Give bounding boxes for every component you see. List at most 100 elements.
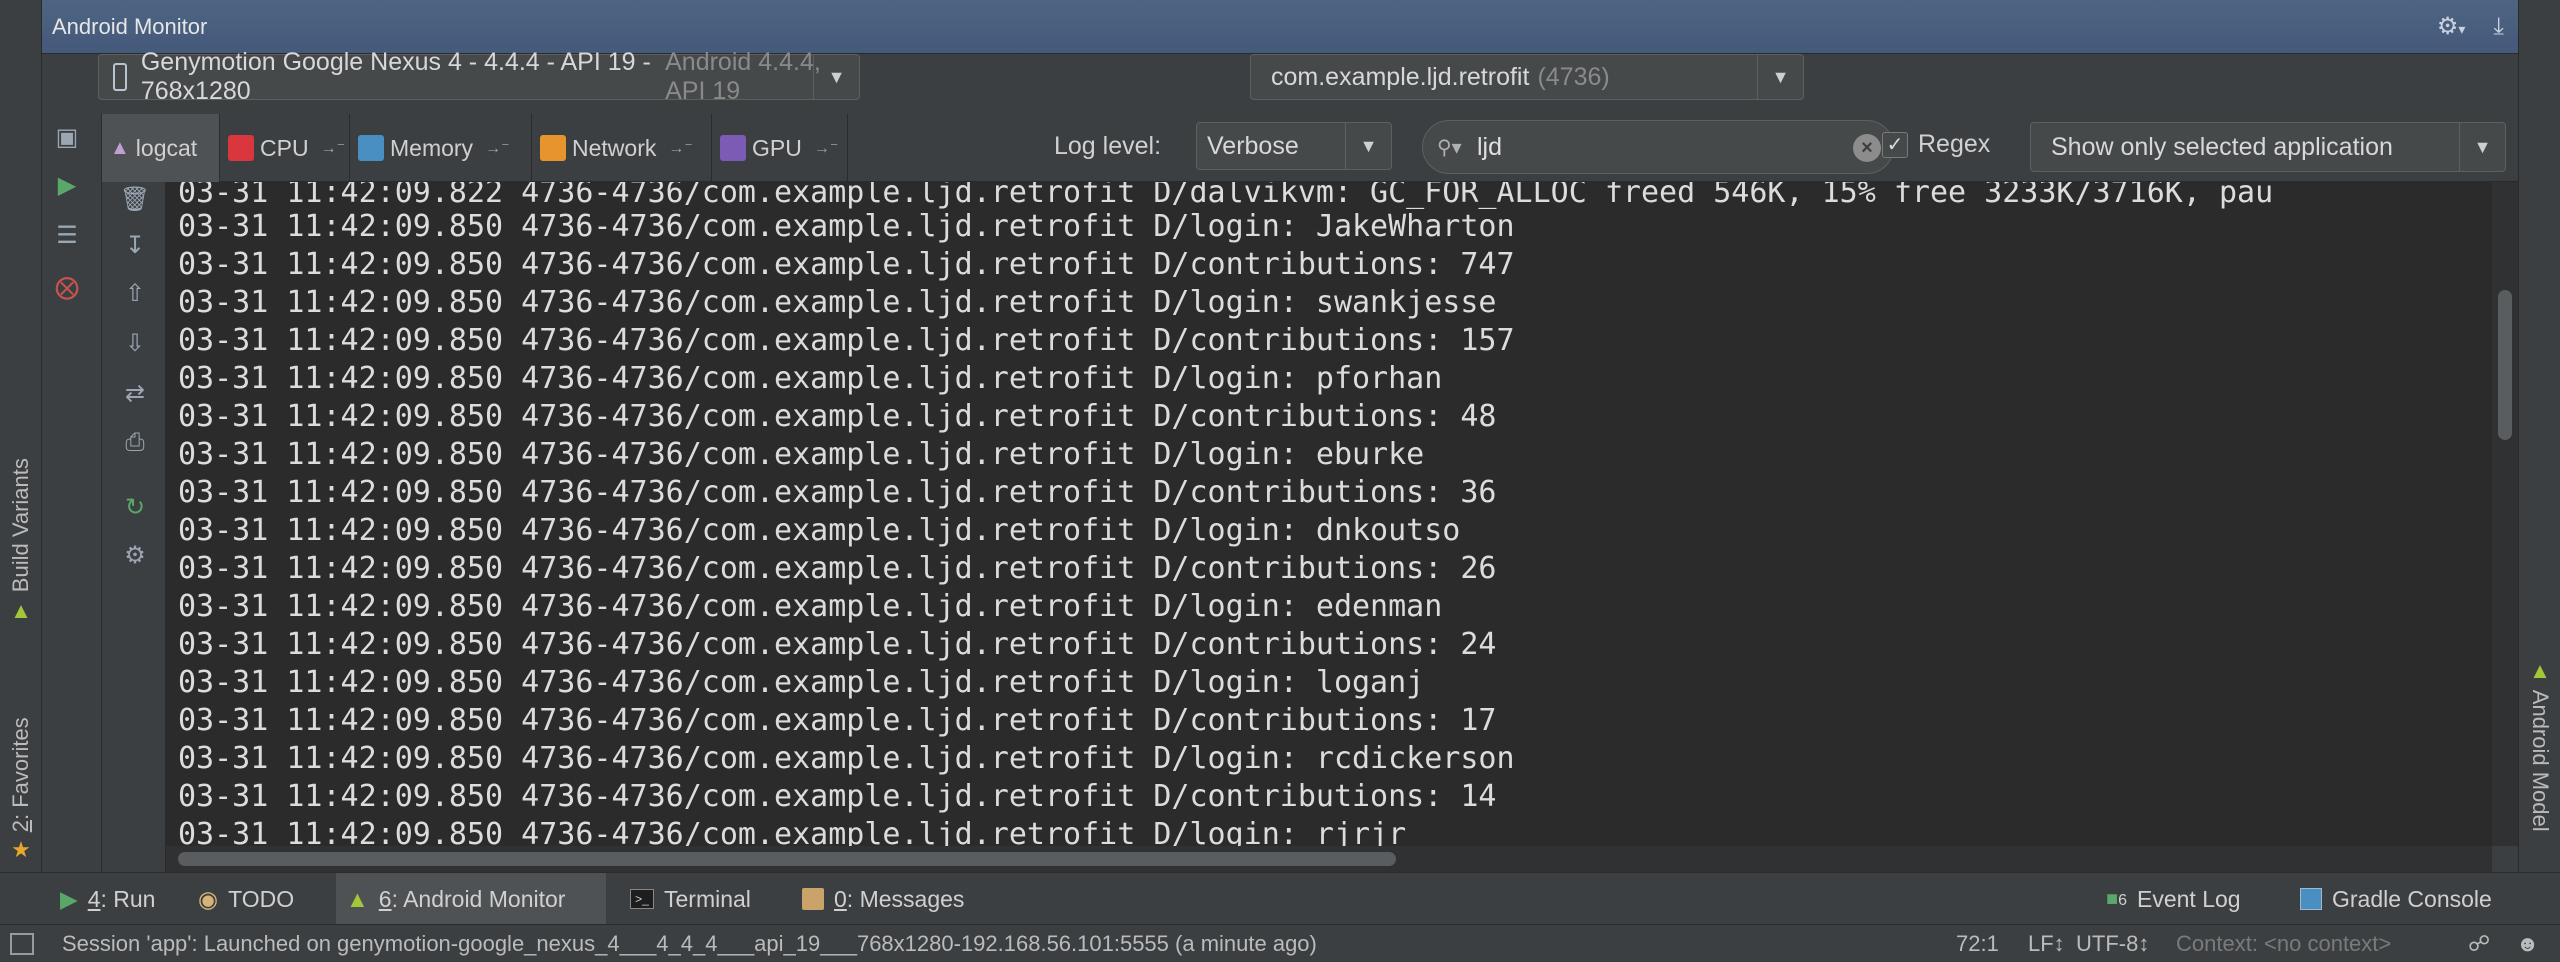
regex-toggle[interactable]: ✓ Regex	[1882, 130, 1990, 159]
restore-icon[interactable]: →⁻	[321, 138, 345, 158]
log-line: 03-31 11:42:09.850 4736-4736/com.example…	[178, 513, 1461, 548]
line-separator[interactable]: LF↕	[2028, 931, 2065, 957]
scrollbar-thumb[interactable]	[178, 852, 1396, 866]
log-line: 03-31 11:42:09.850 4736-4736/com.example…	[178, 589, 1443, 624]
trash-icon[interactable]: 🗑	[118, 182, 152, 216]
panel-title: Android Monitor	[52, 13, 208, 39]
logcat-output[interactable]: 03-31 11:42:09.822 4736-4736/com.example…	[166, 182, 2492, 846]
soft-wrap-icon[interactable]: ⇄	[118, 376, 152, 410]
settings-icon[interactable]: ⚙	[118, 538, 152, 572]
gradle-icon	[2300, 888, 2322, 910]
terminal-tab[interactable]: >_ Terminal	[620, 873, 761, 925]
device-selector[interactable]: Genymotion Google Nexus 4 - 4.4.4 - API …	[98, 48, 860, 105]
chevron-down-icon[interactable]: ▼	[1757, 55, 1803, 99]
terminate-app-icon[interactable]: ⨂	[50, 270, 84, 304]
log-line: 03-31 11:42:09.850 4736-4736/com.example…	[178, 627, 1497, 662]
android-icon: ▲	[2529, 657, 2551, 683]
favorites-label: : Favorites	[8, 717, 33, 821]
tab-memory[interactable]: Memory →⁻	[350, 114, 532, 182]
phone-icon	[113, 63, 127, 91]
restore-icon[interactable]: →⁻	[668, 138, 692, 158]
system-info-icon[interactable]: ☰	[50, 218, 84, 252]
messages-tab[interactable]: 0: Messages	[792, 873, 974, 925]
log-line: 03-31 11:42:09.850 4736-4736/com.example…	[178, 703, 1497, 738]
todo-label: TODO	[228, 885, 295, 912]
build-variants-tab[interactable]: ▲ Build Variants	[8, 458, 34, 624]
inspector-icon[interactable]: ☻	[2516, 931, 2539, 957]
scroll-to-end-icon[interactable]: ↧	[118, 228, 152, 262]
android-studio-window: ▲ Build Variants ★ 2: Favorites ▲ Androi…	[0, 0, 2560, 962]
log-line: 03-31 11:42:09.850 4736-4736/com.example…	[178, 475, 1497, 510]
scrollbar-thumb[interactable]	[2498, 290, 2512, 440]
arrow-up-icon[interactable]: ⇧	[118, 276, 152, 310]
regex-checkbox[interactable]: ✓	[1882, 131, 1908, 158]
clear-search-icon[interactable]: ×	[1853, 134, 1881, 162]
tab-gpu[interactable]: GPU →⁻	[712, 114, 848, 182]
log-line: 03-31 11:42:09.850 4736-4736/com.example…	[178, 437, 1425, 472]
arrow-down-icon[interactable]: ⇩	[118, 326, 152, 360]
log-line: 03-31 11:42:09.850 4736-4736/com.example…	[178, 665, 1425, 700]
favorites-tab[interactable]: ★ 2: Favorites	[8, 717, 34, 863]
android-model-tab[interactable]: ▲ Android Model	[2527, 657, 2553, 832]
restart-icon[interactable]: ↻	[118, 490, 152, 524]
horizontal-scrollbar[interactable]	[166, 846, 2492, 872]
chevron-down-icon[interactable]: ▼	[1345, 123, 1391, 169]
run-tab[interactable]: ▶ 4: Run	[50, 873, 165, 925]
search-value[interactable]: ljd	[1477, 133, 1502, 162]
network-icon	[540, 135, 566, 161]
terminal-icon: >_	[630, 889, 654, 909]
app-filter-value: Show only selected application	[2051, 132, 2393, 161]
android-model-label: Android Model	[2528, 689, 2553, 832]
todo-tab[interactable]: ◉ TODO	[188, 873, 304, 925]
restore-icon[interactable]: →⁻	[485, 138, 509, 158]
tab-cpu[interactable]: CPU →⁻	[220, 114, 350, 182]
chevron-down-icon[interactable]: ▼	[2459, 123, 2505, 171]
android-icon: ▲	[10, 598, 32, 624]
status-bar: Session 'app': Launched on genymotion-go…	[0, 924, 2560, 962]
hide-panel-icon[interactable]: ⤓	[2493, 13, 2504, 41]
log-line: 03-31 11:42:09.850 4736-4736/com.example…	[178, 817, 1407, 846]
vertical-scrollbar[interactable]	[2492, 182, 2518, 846]
print-icon[interactable]: ⎙	[118, 426, 152, 460]
android-monitor-header: Android Monitor ⚙▾ ⤓	[42, 0, 2518, 54]
tab-gpu-label: GPU	[752, 134, 802, 161]
memory-icon	[358, 135, 384, 161]
regex-label: Regex	[1918, 130, 1991, 158]
monitor-side-toolbar: ▣ ▶ ☰ ⨂	[42, 114, 102, 872]
event-log-tab[interactable]: ■6 Event Log	[2096, 873, 2251, 925]
gradle-console-tab[interactable]: Gradle Console	[2290, 873, 2502, 925]
screen-record-icon[interactable]: ▶	[50, 168, 84, 202]
android-monitor-tab[interactable]: ▲ 6: Android Monitor	[336, 873, 606, 925]
logcat-side-toolbar: 🗑 ↧ ⇧ ⇩ ⇄ ⎙ ↻ ⚙	[102, 182, 166, 872]
tab-network[interactable]: Network →⁻	[532, 114, 712, 182]
chevron-down-icon[interactable]: ▼	[813, 55, 859, 99]
terminal-label: Terminal	[664, 885, 751, 912]
star-icon: ★	[11, 837, 31, 863]
log-line: 03-31 11:42:09.850 4736-4736/com.example…	[178, 361, 1443, 396]
file-encoding[interactable]: UTF-8↕	[2076, 931, 2149, 957]
log-line: 03-31 11:42:09.850 4736-4736/com.example…	[178, 779, 1497, 814]
context-indicator: Context: <no context>	[2176, 931, 2392, 956]
app-filter-select[interactable]: Show only selected application ▼	[2030, 122, 2506, 172]
run-label: : Run	[100, 885, 156, 912]
logcat-search-field[interactable]: ⚲▾ ljd ×	[1422, 120, 1894, 174]
monitor-num: 6	[378, 885, 392, 912]
screen-capture-icon[interactable]: ▣	[50, 120, 84, 154]
messages-label: : Messages	[846, 885, 965, 912]
messages-icon	[802, 888, 824, 910]
gear-icon[interactable]: ⚙▾	[2437, 12, 2466, 41]
play-icon: ▶	[60, 885, 78, 912]
caret-position[interactable]: 72:1	[1956, 931, 1999, 957]
monitor-label: : Android Monitor	[391, 885, 566, 912]
logcat-icon: ▲	[110, 136, 130, 159]
log-line: 03-31 11:42:09.850 4736-4736/com.example…	[178, 551, 1497, 586]
process-selector[interactable]: com.example.ljd.retrofit (4736) ▼	[1250, 54, 1804, 100]
restore-icon[interactable]: →⁻	[814, 138, 838, 158]
tab-logcat[interactable]: ▲ logcat	[102, 114, 220, 182]
device-name: Genymotion Google Nexus 4 - 4.4.4 - API …	[140, 48, 651, 105]
lock-icon[interactable]: ☍	[2468, 931, 2490, 957]
log-level-label: Log level:	[1054, 132, 1162, 160]
toggle-tool-windows-icon[interactable]	[10, 933, 34, 955]
log-level-select[interactable]: Verbose ▼	[1196, 122, 1392, 170]
right-tool-strip: ▲ Android Model	[2518, 0, 2560, 872]
